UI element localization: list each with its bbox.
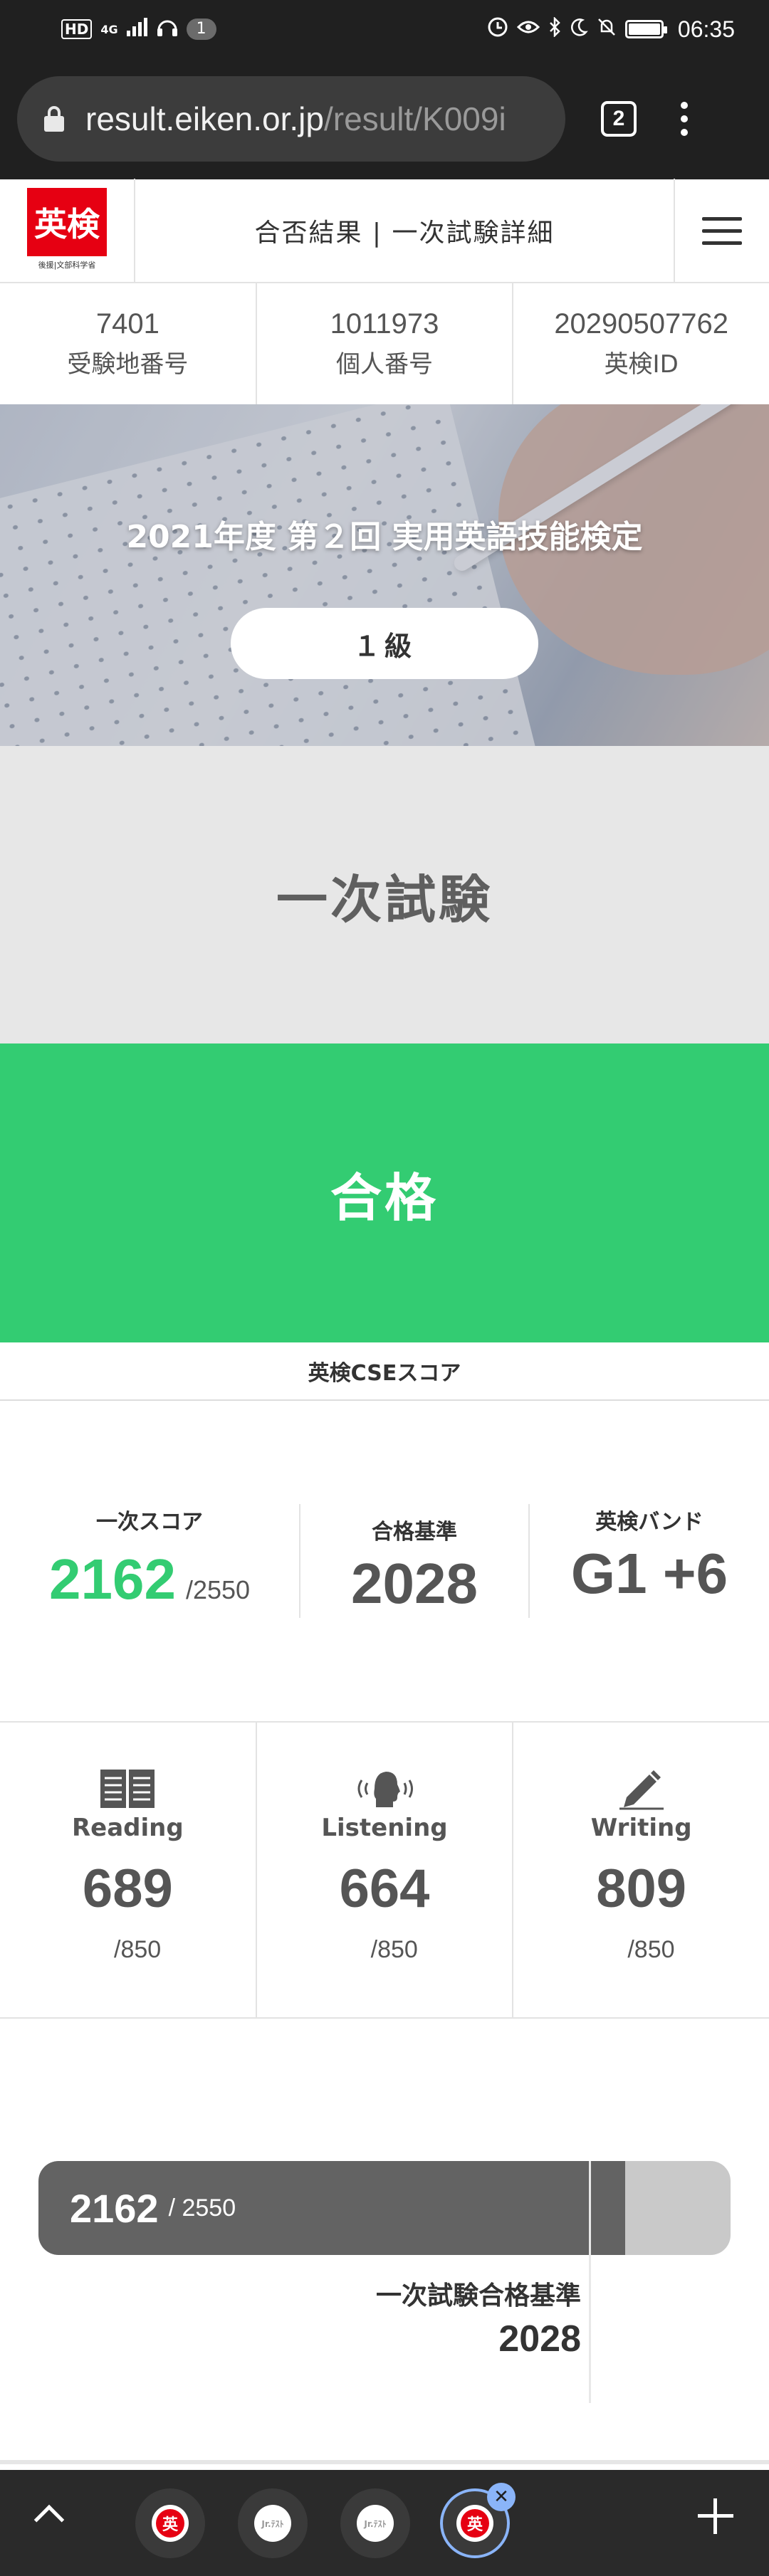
eiken-logo: 英検 後援|文部科学省: [27, 188, 107, 273]
site-favicon: Jr.ﾃｽﾄ: [254, 2505, 291, 2542]
first-stage-score: 一次スコア 2162 /2550: [0, 1504, 300, 1618]
eiken-favicon: 英: [456, 2505, 493, 2542]
url-path: /result/K009i: [323, 100, 506, 137]
venue-number: 7401: [95, 308, 159, 340]
eiken-band: 英検バンド G1 +6: [530, 1504, 769, 1618]
exam-title: 2021年度 第２回 実用英語技能検定: [126, 519, 643, 555]
info-personal: 1011973 個人番号: [257, 283, 514, 404]
skill-writing-score: 809: [596, 1859, 687, 1919]
eiken-band-value: G1 +6: [570, 1542, 728, 1605]
network-badge: 4G: [100, 22, 118, 36]
examinee-info: 7401 受験地番号 1011973 個人番号 20290507762 英検ID: [0, 283, 769, 404]
url-host: result.eiken.or.jp: [85, 100, 324, 137]
tab-thumb-3[interactable]: Jr.ﾃｽﾄ: [340, 2488, 410, 2558]
moon-icon: [570, 18, 588, 41]
skill-listening-score: 664: [339, 1859, 430, 1919]
passing-standard: 合格基準 2028: [300, 1504, 530, 1618]
chevron-up-icon[interactable]: [33, 2504, 65, 2535]
skill-reading-max: /850: [114, 1936, 162, 1963]
logo-mark: 英検: [27, 188, 107, 256]
result-banner: 合格: [0, 1043, 769, 1342]
new-tab-icon[interactable]: [698, 2498, 733, 2534]
score-bar-section: 2162 / 2550 一次試験合格基準 2028: [0, 2019, 769, 2460]
passing-threshold-marker: [589, 2161, 592, 2403]
battery-icon: [624, 20, 667, 38]
browser-toolbar: result.eiken.or.jp/result/K009i 2: [0, 58, 769, 179]
passing-standard-label: 合格基準: [372, 1520, 457, 1545]
info-venue: 7401 受験地番号: [0, 283, 257, 404]
book-icon: [98, 1767, 157, 1811]
score-bar-max: / 2550: [168, 2194, 236, 2222]
score-summary: 一次スコア 2162 /2550 合格基準 2028 英検バンド G1 +6: [0, 1401, 769, 1721]
info-eiken-id: 20290507762 英検ID: [513, 283, 769, 404]
status-left: HD 4G 1: [61, 17, 216, 42]
tab-thumb-1[interactable]: 英: [135, 2488, 205, 2558]
score-bar-value: 2162: [70, 2185, 159, 2231]
pencil-icon: [612, 1767, 671, 1811]
headphones-icon: [157, 17, 178, 42]
score-bar-track: 2162 / 2550: [38, 2161, 731, 2255]
grade-badge: １級: [231, 608, 538, 679]
exam-section-title: 一次試験: [276, 869, 493, 930]
skill-reading: Reading 689 /850: [0, 1723, 257, 2017]
skill-writing: Writing 809 /850: [513, 1723, 769, 2017]
site-header: 英検 後援|文部科学省 合否結果 | 一次試験詳細: [0, 179, 769, 283]
personal-number: 1011973: [330, 308, 439, 340]
browser-menu-icon[interactable]: [681, 102, 688, 136]
first-stage-score-label: 一次スコア: [96, 1510, 203, 1535]
exam-section-header: 一次試験: [0, 746, 769, 1043]
score-bar-text: 2162 / 2550: [70, 2161, 236, 2255]
site-favicon: Jr.ﾃｽﾄ: [357, 2505, 394, 2542]
first-stage-score-max: /2550: [185, 1575, 251, 1604]
status-right: 06:35: [487, 16, 735, 43]
threshold-value: 2028: [498, 2318, 581, 2360]
hd-badge: HD: [61, 19, 93, 39]
skill-listening-label: Listening: [321, 1814, 448, 1842]
listening-head-icon: [355, 1767, 414, 1811]
mute-bell-icon: [597, 17, 617, 42]
eiken-favicon: 英: [152, 2505, 189, 2542]
cse-score-heading: 英検CSEスコア: [0, 1342, 769, 1401]
tab-thumb-active[interactable]: 英 ✕: [440, 2483, 516, 2558]
tab-thumb-2[interactable]: Jr.ﾃｽﾄ: [238, 2488, 308, 2558]
result-status: 合格: [330, 1167, 439, 1228]
venue-number-label: 受験地番号: [67, 350, 189, 379]
skill-scores: Reading 689 /850 Listening 664 /850 Writ…: [0, 1721, 769, 2019]
eiken-id: 20290507762: [554, 308, 729, 340]
hero-banner: 2021年度 第２回 実用英語技能検定 １級: [0, 404, 769, 746]
skill-writing-label: Writing: [590, 1814, 692, 1842]
skill-reading-label: Reading: [71, 1814, 184, 1842]
personal-number-label: 個人番号: [336, 350, 433, 379]
lock-icon[interactable]: [44, 106, 64, 132]
skill-reading-score: 689: [82, 1859, 173, 1919]
eye-comfort-icon: [516, 19, 540, 41]
tab-switcher-button[interactable]: 2: [601, 101, 637, 137]
eiken-band-label: 英検バンド: [595, 1510, 703, 1535]
status-bar: HD 4G 1 06:35: [0, 0, 769, 58]
skill-writing-max: /850: [627, 1936, 675, 1963]
page: HD 4G 1 06:35 result.eiken.or.jp /result…: [0, 0, 769, 2576]
tab-strip: 英 Jr.ﾃｽﾄ Jr.ﾃｽﾄ 英 ✕: [0, 2470, 769, 2576]
eiken-id-label: 英検ID: [604, 350, 679, 379]
clock: 06:35: [677, 16, 735, 42]
notification-count: 1: [186, 19, 216, 40]
threshold-label: 一次試験合格基準: [375, 2281, 581, 2310]
logo-link[interactable]: 英検 後援|文部科学省: [0, 179, 135, 283]
page-title: 合否結果 | 一次試験詳細: [254, 219, 555, 248]
first-stage-score-value: 2162: [48, 1547, 176, 1611]
logo-subtitle: 後援|文部科学省: [38, 261, 96, 270]
divider: [0, 2460, 769, 2464]
bluetooth-icon: [548, 16, 561, 42]
skill-listening: Listening 664 /850: [257, 1723, 514, 2017]
passing-standard-value: 2028: [351, 1552, 478, 1615]
data-saver-icon: [487, 16, 508, 43]
address-bar[interactable]: result.eiken.or.jp/result/K009i: [17, 76, 565, 162]
skill-listening-max: /850: [370, 1936, 418, 1963]
hamburger-menu-icon[interactable]: [674, 179, 769, 283]
close-tab-icon[interactable]: ✕: [487, 2483, 516, 2511]
signal-icon: [126, 17, 148, 41]
